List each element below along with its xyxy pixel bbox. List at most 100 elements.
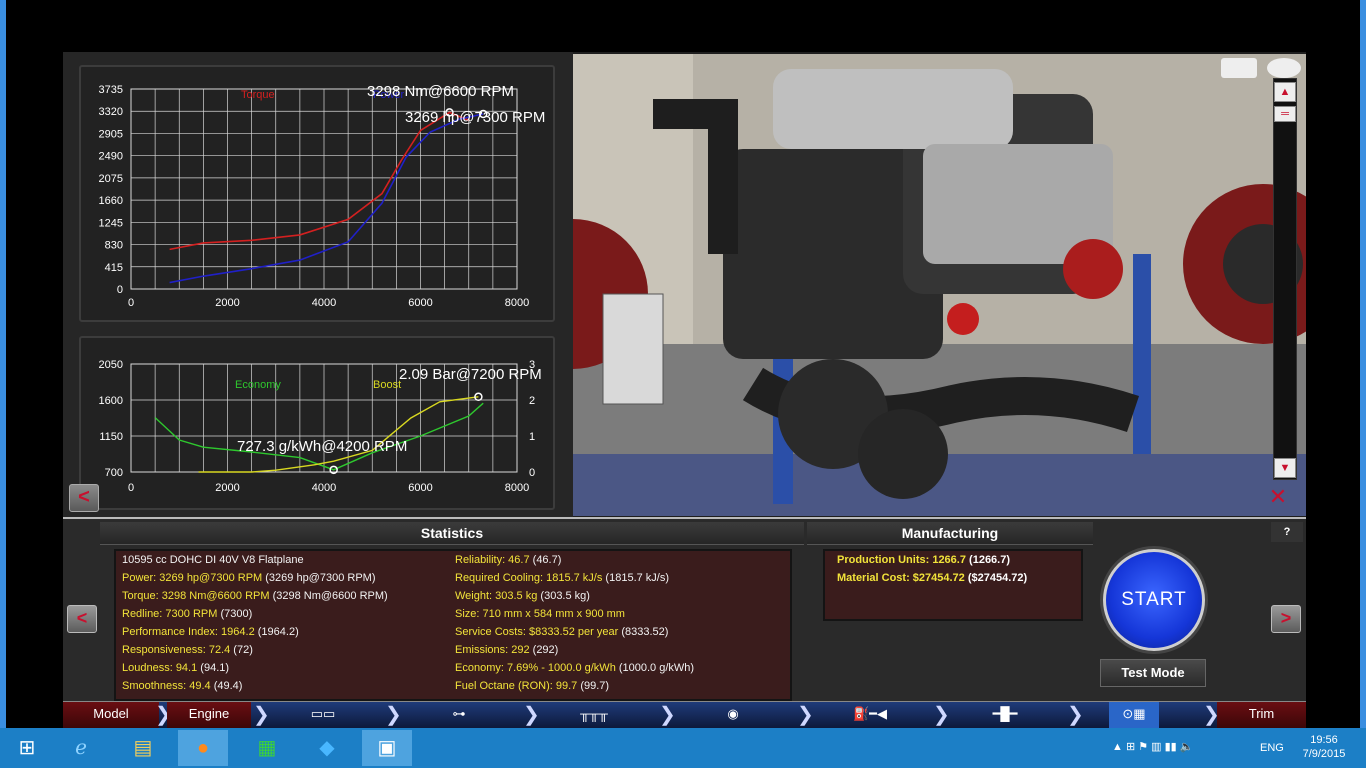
stat-service-costs: Service Costs: $8333.52 per year (8333.5… [455,626,669,638]
desktop-edge-left [0,0,6,728]
nav-fuel-icon[interactable]: ⛽━◀ [835,702,905,729]
y-right-tick-label: 2 [529,395,535,407]
stat-performance-index: Performance Index: 1964.2 (1964.2) [122,626,299,638]
y-right-tick-label: 0 [529,467,535,479]
y-tick-label: 2490 [99,151,123,163]
economy-boost-chart: 20501600115070032100 2000 4000 6000 8000Econ… [99,359,536,494]
windows-start-icon[interactable]: ⊞ [2,730,52,766]
power-peak-annotation: 3269 hp@7300 RPM [405,109,546,126]
y-tick-label: 1660 [99,195,123,207]
game-window: 3735 3320 2905 2490 2075 1660 1245 830 415 0 0 2000… [63,52,1306,729]
y-tick-label: 3735 [99,84,123,96]
y-tick-label: 2075 [99,173,123,185]
designer-navbar: Model ❯ Engine ❯ ▭▭ ❯ ⊶ ❯ ╥╥╥ ❯ ◉ ❯ ⛽━◀ … [63,701,1306,729]
x-tick-label: 0 [128,482,134,494]
y-right-tick-label: 1 [529,431,535,443]
stat-power: Power: 3269 hp@7300 RPM (3269 hp@7300 RP… [122,572,376,584]
stat-fuel-octane: Fuel Octane (RON): 99.7 (99.7) [455,680,610,692]
nav-model[interactable]: Model [63,702,159,729]
manufacturing-box: Production Units: 1266.7 (1266.7) Materi… [823,549,1083,621]
x-tick-label: 0 [128,297,134,309]
view-scrollbar[interactable] [1273,78,1297,480]
x-tick-label: 2000 [215,482,239,494]
scroll-handle[interactable]: ═ [1274,106,1296,122]
game-taskbar-icon[interactable]: ▣ [362,730,412,766]
stat-responsiveness: Responsiveness: 72.4 (72) [122,644,253,656]
nav-engine[interactable]: Engine [167,702,251,729]
legend-torque: Torque [241,89,275,101]
start-button[interactable]: START [1103,549,1205,651]
y-tick-label: 0 [117,284,123,296]
language-indicator[interactable]: ENG [1260,742,1284,754]
prev-button[interactable]: < [67,605,97,633]
y-tick-label: 3320 [99,106,123,118]
help-button[interactable]: ? [1271,522,1303,542]
file-explorer-icon[interactable]: ▤ [118,730,168,766]
store-icon[interactable]: ▦ [242,730,292,766]
power-torque-chart: 3735 3320 2905 2490 2075 1660 1245 830 415 00 2000… [99,84,530,309]
economy-boost-graph: 2050 1600 1150 700 3 2 1 0 0 2000 4000 6000 8000 Econ… [79,336,555,510]
clock-time: 19:56 [1310,734,1338,746]
chevron-right-icon: ❯ [797,704,814,726]
stat-size: Size: 710 mm x 584 mm x 900 mm [455,608,625,620]
economy-min-annotation: 727.3 g/kWh@4200 RPM [237,438,408,455]
back-button[interactable]: < [69,484,99,512]
manufacturing-header: Manufacturing [807,522,1093,545]
clock-date: 7/9/2015 [1302,748,1346,760]
y-tick-label: 2905 [99,128,123,140]
mfg-material-cost: Material Cost: $27454.72 ($27454.72) [837,572,1028,584]
mfg-production-units: Production Units: 1266.7 (1266.7) [837,554,1011,566]
nav-piston-icon[interactable]: ⊶ [439,702,479,729]
stat-reliability: Reliability: 46.7 (46.7) [455,554,562,566]
firefox-icon[interactable]: ● [178,730,228,766]
stat-loudness: Loudness: 94.1 (94.1) [122,662,230,674]
clock[interactable]: 19:56 7/9/2015 [1292,733,1356,761]
stat-redline: Redline: 7300 RPM (7300) [122,608,253,620]
reset-view-icon[interactable]: ✕ [1261,484,1295,510]
stat-torque: Torque: 3298 Nm@6600 RPM (3298 Nm@6600 R… [122,590,388,602]
engine-description: 10595 cc DOHC DI 40V V8 Flatplane [122,554,304,566]
stat-economy: Economy: 7.69% - 1000.0 g/kWh (1000.0 g/… [455,662,695,674]
nav-exhaust-icon[interactable]: ━█━ [973,702,1037,729]
x-tick-label: 4000 [312,297,336,309]
kodi-icon[interactable]: ◆ [302,730,352,766]
eye-icon[interactable] [1267,58,1301,78]
y-tick-label: 830 [105,240,123,252]
desktop-edge-right [1360,0,1366,728]
graphs-column: 3735 3320 2905 2490 2075 1660 1245 830 415 0 0 2000… [63,52,573,517]
legend-boost: Boost [373,379,401,391]
scroll-down-icon[interactable]: ▼ [1274,458,1296,478]
boost-peak-annotation: 2.09 Bar@7200 RPM [399,366,542,383]
y-tick-label: 1245 [99,217,123,229]
y-left-tick-label: 1150 [99,431,123,443]
nav-valvetrain-icon[interactable]: ╥╥╥ [569,702,619,729]
nav-block-icon[interactable]: ▭▭ [293,702,353,729]
power-torque-graph: 3735 3320 2905 2490 2075 1660 1245 830 415 0 0 2000… [79,65,555,322]
x-tick-label: 4000 [312,482,336,494]
tray-icons[interactable]: ▲ ⊞ ⚑ ▥ ▮▮ 🔈 [1112,740,1193,753]
chevron-right-icon: ❯ [659,704,676,726]
chevron-right-icon: ❯ [523,704,540,726]
x-tick-label: 6000 [408,482,432,494]
legend-economy: Economy [235,379,281,391]
test-mode-button[interactable]: Test Mode [1100,659,1206,687]
y-left-tick-label: 700 [105,467,123,479]
nav-turbo-icon[interactable]: ◉ [713,702,753,729]
stat-smoothness: Smoothness: 49.4 (49.4) [122,680,243,692]
x-tick-label: 8000 [505,297,529,309]
engine-render [573,54,1306,516]
scroll-up-icon[interactable]: ▲ [1274,82,1296,102]
nav-trim[interactable]: Trim [1217,702,1306,729]
statistics-box: 10595 cc DOHC DI 40V V8 Flatplane Power:… [114,549,792,701]
stat-weight: Weight: 303.5 kg (303.5 kg) [455,590,590,602]
y-left-tick-label: 2050 [99,359,123,371]
camera-icon[interactable] [1221,58,1257,78]
engine-3d-view[interactable] [573,54,1306,516]
nav-tuning-icon[interactable]: ⊙▦ [1109,702,1159,729]
internet-explorer-icon[interactable]: ℯ [56,730,106,766]
next-button[interactable]: > [1271,605,1301,633]
chevron-right-icon: ❯ [1067,704,1084,726]
x-tick-label: 6000 [408,297,432,309]
chevron-right-icon: ❯ [385,704,402,726]
y-tick-label: 415 [105,262,123,274]
